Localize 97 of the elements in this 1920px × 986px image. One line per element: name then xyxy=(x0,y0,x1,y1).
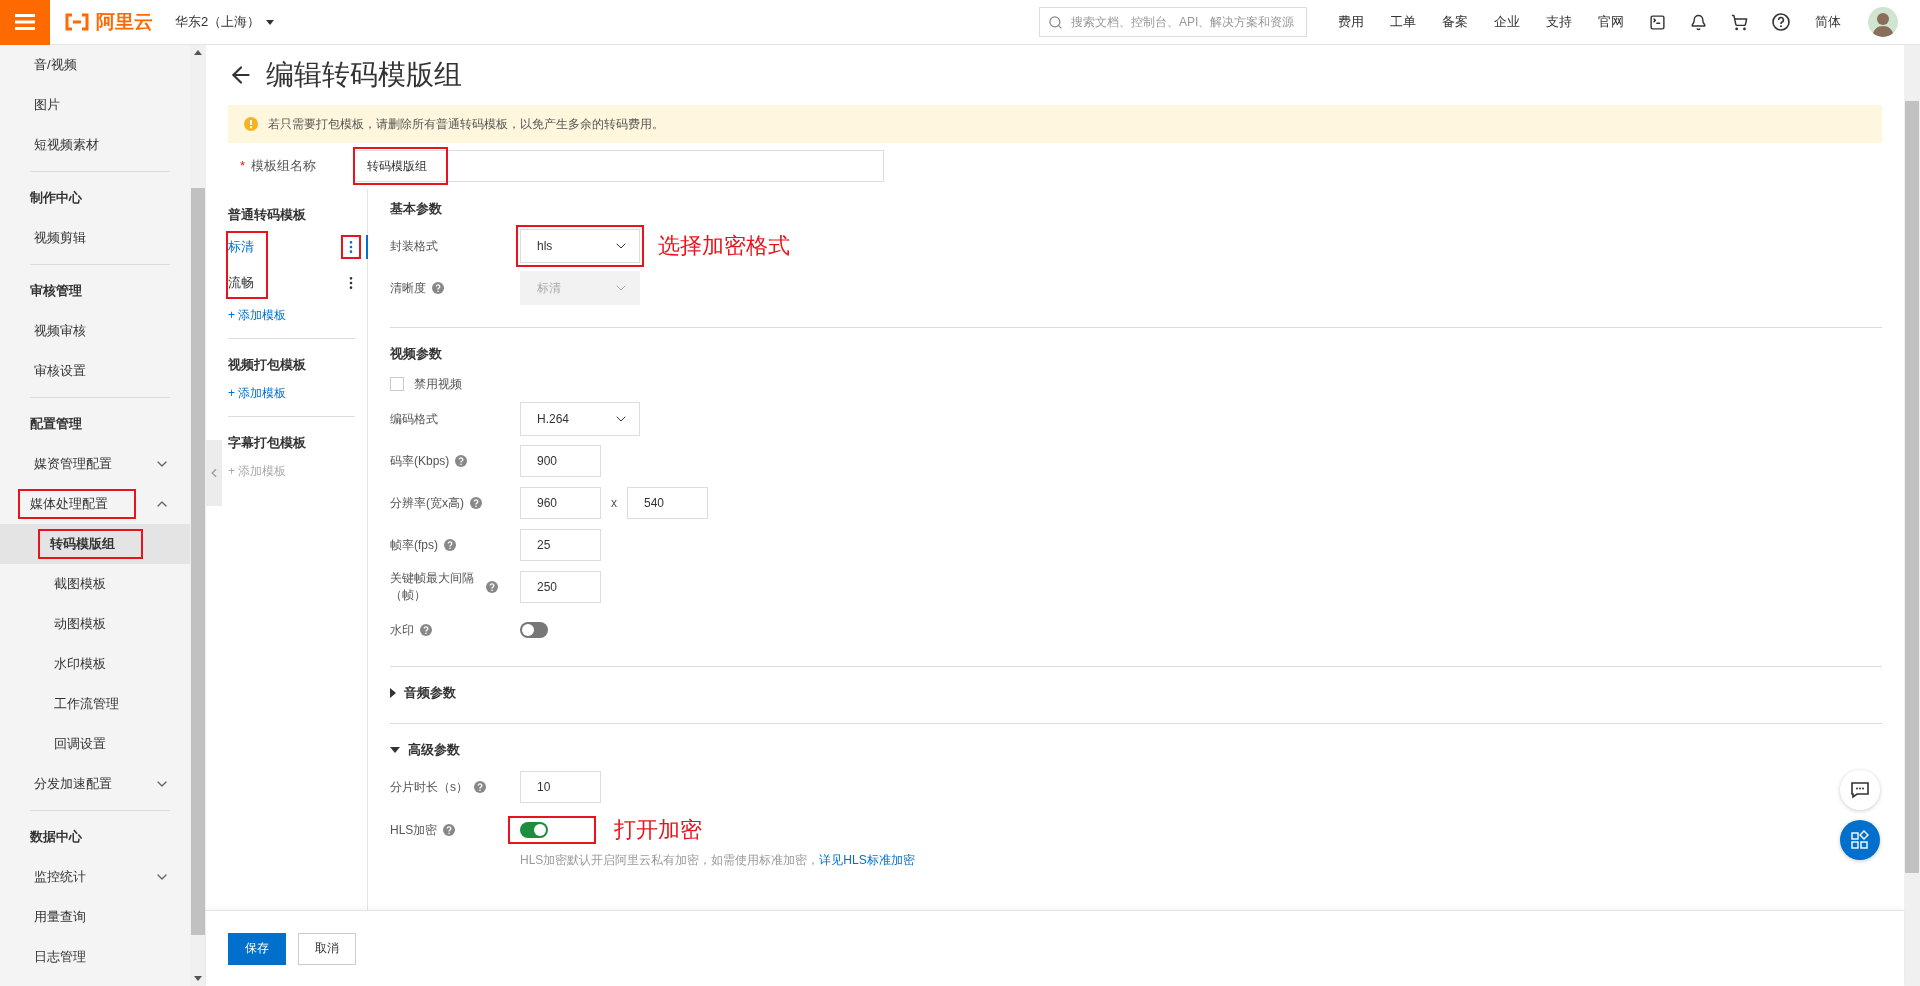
chat-icon xyxy=(1850,781,1870,799)
sidebar-scrollbar[interactable] xyxy=(190,45,206,986)
sidebar-item[interactable]: 水印模板 xyxy=(50,652,110,676)
top-nav-link[interactable]: 官网 xyxy=(1598,13,1624,31)
caret-icon[interactable] xyxy=(390,688,396,698)
top-nav-link[interactable]: 费用 xyxy=(1338,13,1364,31)
cart-icon[interactable] xyxy=(1731,13,1748,31)
hint-text: HLS加密默认开启阿里云私有加密，如需使用标准加密，详见HLS标准加密 xyxy=(520,852,916,869)
region-selector[interactable]: 华东2（上海） xyxy=(175,13,275,31)
hint-link[interactable]: 详见HLS标准加密 xyxy=(819,853,915,867)
sidebar-item[interactable]: 截图模板 xyxy=(50,572,110,596)
sidebar-item[interactable]: 动图模板 xyxy=(50,612,110,636)
warning-icon xyxy=(244,117,258,131)
add-template-link[interactable]: + 添加模板 xyxy=(228,385,355,402)
terminal-icon[interactable] xyxy=(1649,13,1666,31)
input-field[interactable]: 25 xyxy=(520,529,601,561)
bell-icon[interactable] xyxy=(1690,13,1707,31)
top-nav-link[interactable]: 备案 xyxy=(1442,13,1468,31)
top-nav-link[interactable]: 支持 xyxy=(1546,13,1572,31)
save-button[interactable]: 保存 xyxy=(228,932,286,965)
sidebar-item[interactable]: 媒体处理配置 xyxy=(20,491,134,517)
template-group-title: 视频打包模板 xyxy=(228,356,307,374)
checkbox-label: 禁用视频 xyxy=(414,375,462,393)
sidebar-item[interactable]: 短视频素材 xyxy=(30,133,103,157)
input-field[interactable]: 10 xyxy=(520,771,601,803)
toggle-switch[interactable] xyxy=(520,622,548,638)
sidebar-section-title: 审核管理 xyxy=(30,282,82,300)
field-label: HLS加密 xyxy=(390,821,438,839)
sidebar-section-title: 数据中心 xyxy=(30,828,82,846)
logo-icon xyxy=(64,13,90,31)
caret-icon xyxy=(266,19,275,25)
field-label: 编码格式 xyxy=(390,410,438,428)
sidebar-item[interactable]: 音/视频 xyxy=(30,53,81,77)
add-template-link: + 添加模板 xyxy=(228,463,288,480)
apps-icon xyxy=(1850,830,1870,850)
sidebar-item[interactable]: 回调设置 xyxy=(50,732,110,756)
field-label: 水印 xyxy=(390,621,414,639)
sidebar-item[interactable]: 审核设置 xyxy=(30,359,90,383)
template-item[interactable]: 流畅 xyxy=(228,274,254,292)
sidebar-item[interactable]: 媒资管理配置 xyxy=(30,452,116,476)
annotation-text: 选择加密格式 xyxy=(658,232,790,260)
sidebar-item[interactable]: 视频审核 xyxy=(30,319,90,343)
field-label: 分辨率(宽x高) xyxy=(390,494,464,512)
top-nav-link[interactable]: 工单 xyxy=(1390,13,1416,31)
checkbox[interactable] xyxy=(390,377,404,391)
search-field[interactable]: 搜索文档、控制台、API、解决方案和资源 xyxy=(1039,7,1307,37)
annotation-text: 打开加密 xyxy=(614,816,702,844)
select-field[interactable]: hls xyxy=(520,229,640,263)
cancel-button[interactable]: 取消 xyxy=(298,932,356,965)
template-item[interactable]: 标清 xyxy=(228,238,254,256)
section-title: 基本参数 xyxy=(390,200,442,218)
template-group-title: 字幕打包模板 xyxy=(228,434,307,452)
sidebar-item[interactable]: 图片 xyxy=(30,93,64,117)
page-title: 编辑转码模版组 xyxy=(266,58,462,92)
section-title[interactable]: 音频参数 xyxy=(404,684,456,702)
template-group-title: 普通转码模板 xyxy=(228,206,307,224)
chat-button[interactable] xyxy=(1840,770,1880,810)
sidebar-item[interactable]: 分发加速配置 xyxy=(30,772,116,796)
field-label: 关键帧最大间隔（帧） xyxy=(390,570,475,604)
select-field: 标清 xyxy=(520,271,640,305)
sidebar-item[interactable]: 监控统计 xyxy=(30,865,90,889)
add-template-link[interactable]: + 添加模板 xyxy=(228,307,355,324)
field-label: 分片时长（s） xyxy=(390,778,468,796)
alert-text: 若只需要打包模板，请删除所有普通转码模板，以免产生多余的转码费用。 xyxy=(268,115,664,133)
menu-button[interactable] xyxy=(0,0,50,45)
sidebar-item[interactable]: 用量查询 xyxy=(30,905,90,929)
page-scrollbar[interactable] xyxy=(1904,45,1920,986)
field-label: * 模板组名称 xyxy=(239,157,318,175)
times-sign: x xyxy=(611,496,617,510)
sidebar-item[interactable]: 工作流管理 xyxy=(50,692,123,716)
section-title[interactable]: 高级参数 xyxy=(408,741,460,759)
input-field[interactable]: 960 xyxy=(520,487,601,519)
sidebar-item[interactable]: 转码模版组 xyxy=(40,531,141,557)
sidebar-item[interactable]: 视频剪辑 xyxy=(30,226,90,250)
menu-icon xyxy=(15,14,35,30)
field-label: 帧率(fps) xyxy=(390,536,438,554)
sidebar-item[interactable]: 日志管理 xyxy=(30,945,90,969)
sidebar-section-title: 制作中心 xyxy=(30,189,82,207)
search-icon xyxy=(1048,14,1063,30)
apps-button[interactable] xyxy=(1840,820,1880,860)
input-field[interactable]: 250 xyxy=(520,571,601,603)
help-icon[interactable] xyxy=(1772,13,1790,31)
field-label: 清晰度 xyxy=(390,279,426,297)
name-field[interactable]: 转码模版组 xyxy=(354,150,884,182)
top-nav-link[interactable]: 企业 xyxy=(1494,13,1520,31)
select-field[interactable]: H.264 xyxy=(520,402,640,436)
language-menu[interactable]: 简体 xyxy=(1815,13,1841,31)
avatar[interactable] xyxy=(1868,7,1898,37)
input-field[interactable]: 540 xyxy=(627,487,708,519)
caret-icon[interactable] xyxy=(390,747,400,753)
field-label: 封装格式 xyxy=(390,237,438,255)
sidebar-section-title: 配置管理 xyxy=(30,415,82,433)
collapse-handle[interactable] xyxy=(206,440,222,506)
field-label: 码率(Kbps) xyxy=(390,452,450,470)
toggle-switch[interactable] xyxy=(520,822,548,838)
section-title: 视频参数 xyxy=(390,345,442,363)
input-field[interactable]: 900 xyxy=(520,445,601,477)
